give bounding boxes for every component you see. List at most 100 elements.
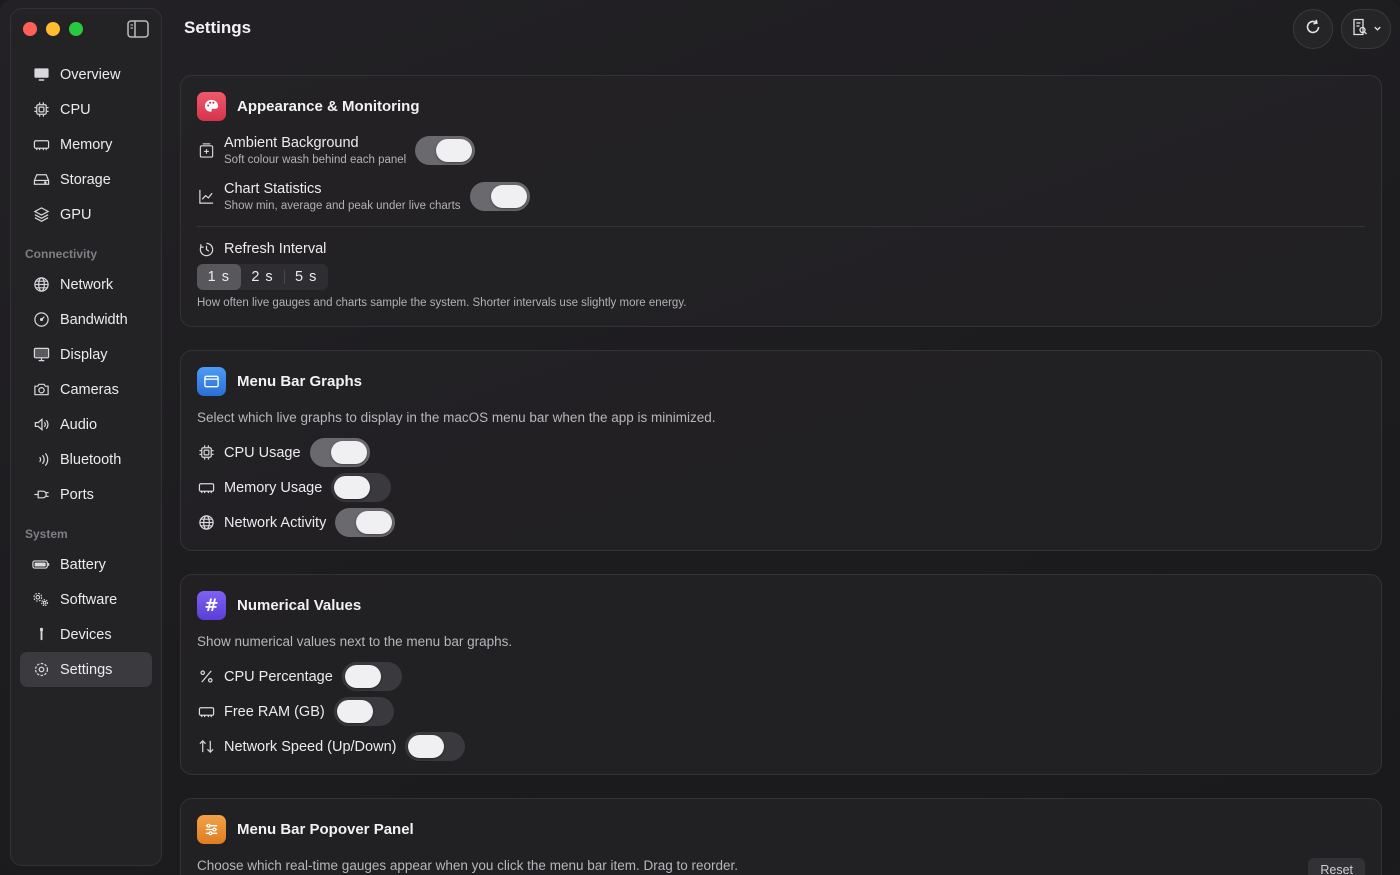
sidebar-item-bluetooth[interactable]: Bluetooth bbox=[20, 442, 152, 477]
zoom-window-button[interactable] bbox=[69, 22, 83, 36]
sidebar-item-audio[interactable]: Audio bbox=[20, 407, 152, 442]
chip-icon bbox=[32, 101, 50, 119]
panel-description: Select which live graphs to display in t… bbox=[197, 410, 716, 425]
chart-statistics-toggle[interactable] bbox=[469, 182, 530, 211]
refresh-interval-note: How often live gauges and charts sample … bbox=[197, 297, 687, 309]
setting-label: Free RAM (GB) bbox=[224, 703, 325, 720]
refresh-icon bbox=[1303, 17, 1323, 42]
sidebar-item-label: Storage bbox=[60, 171, 111, 188]
sidebar-item-label: Network bbox=[60, 276, 114, 293]
sidebar-item-display[interactable]: Display bbox=[20, 337, 152, 372]
sidebar-item-storage[interactable]: Storage bbox=[20, 162, 152, 197]
network-speed-toggle[interactable] bbox=[405, 732, 466, 761]
camera-icon bbox=[32, 381, 50, 399]
menu-bar-popover-panel: Menu Bar Popover Panel Choose which real… bbox=[180, 798, 1382, 875]
cpu-usage-toggle[interactable] bbox=[309, 438, 370, 467]
sidebar-item-gpu[interactable]: GPU bbox=[20, 197, 152, 232]
sidebar-item-label: Audio bbox=[60, 416, 98, 433]
sidebar-item-cameras[interactable]: Cameras bbox=[20, 372, 152, 407]
setting-label: Network Activity bbox=[224, 514, 327, 531]
refresh-button[interactable] bbox=[1293, 9, 1333, 49]
sidebar-item-network[interactable]: Network bbox=[20, 267, 152, 302]
memory-icon bbox=[32, 136, 50, 154]
report-menu-button[interactable] bbox=[1341, 9, 1391, 49]
refresh-interval-row: Refresh Interval bbox=[197, 240, 326, 258]
monitor-icon bbox=[32, 66, 50, 84]
setting-description: Show min, average and peak under live ch… bbox=[224, 200, 461, 212]
setting-description: Soft colour wash behind each panel bbox=[224, 154, 407, 166]
sidebar-item-label: Devices bbox=[60, 626, 112, 643]
ambient-background-toggle[interactable] bbox=[415, 136, 476, 165]
refresh-option-1s[interactable]: 1 s bbox=[197, 264, 241, 290]
setting-label: Memory Usage bbox=[224, 479, 323, 496]
sidebar-item-bandwidth[interactable]: Bandwidth bbox=[20, 302, 152, 337]
sparkle-frame-icon bbox=[197, 142, 215, 160]
gear-icon bbox=[32, 661, 50, 679]
report-search-icon bbox=[1350, 17, 1370, 42]
cpu-percentage-toggle[interactable] bbox=[341, 662, 402, 691]
sidebar-toggle-icon[interactable] bbox=[127, 20, 149, 38]
sidebar-item-memory[interactable]: Memory bbox=[20, 127, 152, 162]
divider bbox=[197, 226, 1365, 227]
network-activity-toggle[interactable] bbox=[335, 508, 396, 537]
sidebar-item-software[interactable]: Software bbox=[20, 582, 152, 617]
setting-label: Chart Statistics bbox=[224, 181, 322, 197]
reset-button[interactable]: Reset bbox=[1308, 858, 1365, 875]
refresh-interval-selector: 1 s 2 s 5 s bbox=[197, 264, 328, 290]
sidebar-item-settings[interactable]: Settings bbox=[20, 652, 152, 687]
toggle-knob bbox=[408, 735, 445, 758]
battery-icon bbox=[32, 556, 50, 574]
toggle-knob bbox=[490, 185, 527, 208]
panel-header: Appearance & Monitoring bbox=[197, 92, 420, 121]
free-ram-toggle[interactable] bbox=[333, 697, 394, 726]
memory-usage-toggle[interactable] bbox=[331, 473, 392, 502]
sidebar-item-battery[interactable]: Battery bbox=[20, 547, 152, 582]
usb-icon bbox=[32, 626, 50, 644]
timer-icon bbox=[197, 240, 215, 258]
toggle-knob bbox=[334, 476, 371, 499]
sidebar-group-connectivity: Connectivity bbox=[25, 247, 98, 261]
chip-icon bbox=[197, 444, 215, 462]
memory-usage-row: Memory Usage bbox=[197, 473, 392, 502]
globe-icon bbox=[32, 276, 50, 294]
memory-icon bbox=[197, 703, 215, 721]
sidebar-item-overview[interactable]: Overview bbox=[20, 57, 152, 92]
memory-icon bbox=[197, 479, 215, 497]
menu-bar-graphs-panel: Menu Bar Graphs Select which live graphs… bbox=[180, 350, 1382, 551]
network-activity-row: Network Activity bbox=[197, 508, 396, 537]
panel-header: Menu Bar Popover Panel bbox=[197, 815, 414, 844]
setting-label: CPU Usage bbox=[224, 444, 301, 461]
window-controls bbox=[23, 22, 83, 36]
sidebar-item-devices[interactable]: Devices bbox=[20, 617, 152, 652]
sidebar-item-label: Settings bbox=[60, 661, 113, 678]
percent-icon bbox=[197, 668, 215, 686]
sidebar-item-label: Overview bbox=[60, 66, 121, 83]
panel-header: # Numerical Values bbox=[197, 591, 361, 620]
gauge-icon bbox=[32, 311, 50, 329]
chevron-down-icon bbox=[1373, 20, 1382, 38]
panel-description: Choose which real-time gauges appear whe… bbox=[197, 858, 739, 873]
refresh-option-2s[interactable]: 2 s bbox=[241, 264, 285, 290]
panel-title: Menu Bar Popover Panel bbox=[237, 821, 414, 838]
display-icon bbox=[32, 346, 50, 364]
sidebar-item-label: Memory bbox=[60, 136, 113, 153]
sliders-icon bbox=[197, 815, 226, 844]
toggle-knob bbox=[344, 665, 381, 688]
panel-title: Appearance & Monitoring bbox=[237, 98, 420, 115]
hash-icon: # bbox=[197, 591, 226, 620]
network-speed-row: Network Speed (Up/Down) bbox=[197, 732, 466, 761]
close-window-button[interactable] bbox=[23, 22, 37, 36]
minimize-window-button[interactable] bbox=[46, 22, 60, 36]
sidebar-item-label: Cameras bbox=[60, 381, 119, 398]
gears-icon bbox=[32, 591, 50, 609]
refresh-option-5s[interactable]: 5 s bbox=[284, 264, 328, 290]
sidebar: Overview CPU Memory Storage GPU Connecti… bbox=[10, 8, 162, 866]
sidebar-item-label: Ports bbox=[60, 486, 94, 503]
panel-title: Numerical Values bbox=[237, 597, 362, 614]
setting-label: CPU Percentage bbox=[224, 668, 333, 685]
sidebar-item-label: Bluetooth bbox=[60, 451, 122, 468]
sidebar-item-ports[interactable]: Ports bbox=[20, 477, 152, 512]
sidebar-item-cpu[interactable]: CPU bbox=[20, 92, 152, 127]
app-window: Overview CPU Memory Storage GPU Connecti… bbox=[0, 0, 1400, 875]
sidebar-item-label: Software bbox=[60, 591, 118, 608]
